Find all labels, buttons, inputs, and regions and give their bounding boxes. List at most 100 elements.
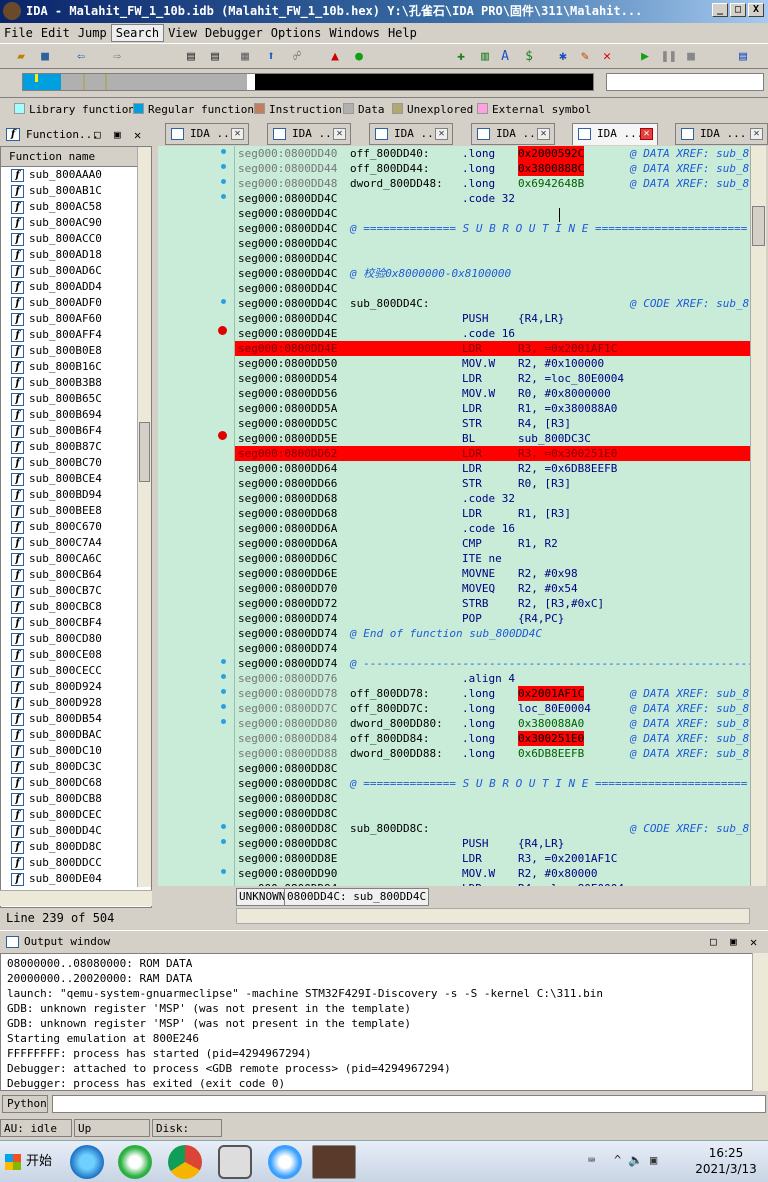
breakpoint-icon[interactable]: ▲ xyxy=(326,48,344,65)
function-list-item[interactable]: f sub_800B694 xyxy=(1,407,151,423)
b-app-icon[interactable] xyxy=(218,1145,252,1179)
code-line[interactable]: seg000:0800DD48 dword_800DD48: .long 0x6942… xyxy=(235,176,750,191)
cloud-app-icon[interactable] xyxy=(268,1145,302,1179)
function-name-header[interactable]: Function name xyxy=(1,147,151,167)
tray-expand-icon[interactable]: ^ xyxy=(614,1153,621,1167)
tab-ida-5[interactable]: IDA ... ✕ xyxy=(572,123,658,145)
function-list-item[interactable]: f sub_800BCE4 xyxy=(1,471,151,487)
function-list-item[interactable]: f sub_800B6F4 xyxy=(1,423,151,439)
output-log[interactable]: 08000000..08080000: ROM DATA 20000000..20… xyxy=(0,953,754,1091)
code-line[interactable]: seg000:0800DD50 MOV.W R2, #0x100000 xyxy=(235,356,750,371)
function-list-item[interactable]: f sub_800B3B8 xyxy=(1,375,151,391)
code-line[interactable]: seg000:0800DD68 .code 32 xyxy=(235,491,750,506)
tab-close-icon[interactable]: ✕ xyxy=(435,128,448,140)
open-icon[interactable]: ▰ xyxy=(12,48,30,65)
code-line[interactable]: seg000:0800DD4C xyxy=(235,251,750,266)
code-hscrollbar[interactable] xyxy=(236,908,750,924)
code-line[interactable]: seg000:0800DD74 xyxy=(235,641,750,656)
code-line[interactable]: seg000:0800DD56 MOV.W R0, #0x8000000 xyxy=(235,386,750,401)
tab-ida-6[interactable]: IDA ... ✕ xyxy=(675,123,768,145)
tab-close-icon[interactable]: ✕ xyxy=(640,128,653,140)
code-line[interactable]: seg000:0800DD4C PUSH {R4,LR} xyxy=(235,311,750,326)
ie-icon[interactable] xyxy=(70,1145,104,1179)
function-list-item[interactable]: f sub_800CB7C xyxy=(1,583,151,599)
disassembly-view[interactable]: seg000:0800DD40 off_800DD40: .long 0x200059… xyxy=(234,146,750,886)
close-button[interactable]: X xyxy=(748,3,764,17)
function-list-item[interactable]: f sub_800B0E8 xyxy=(1,343,151,359)
function-list-item[interactable]: f sub_800AF60 xyxy=(1,311,151,327)
tab-close-icon[interactable]: ✕ xyxy=(333,128,346,140)
function-list-item[interactable]: f sub_800AFF4 xyxy=(1,327,151,343)
code-line[interactable]: seg000:0800DD5C STR R4, [R3] xyxy=(235,416,750,431)
code-line[interactable]: seg000:0800DD40 off_800DD40: .long 0x200059… xyxy=(235,146,750,161)
code-line[interactable]: seg000:0800DD4C @ 校验0x8000000-0x8100000 xyxy=(235,266,750,281)
start-debug-icon[interactable]: ▶ xyxy=(636,48,654,65)
function-list-item[interactable]: f sub_800AC58 xyxy=(1,199,151,215)
function-list-item[interactable]: f sub_800DD8C xyxy=(1,839,151,855)
code-line[interactable]: seg000:0800DD74 POP {R4,PC} xyxy=(235,611,750,626)
tab-ida-3[interactable]: IDA ... ✕ xyxy=(369,123,453,145)
code-line[interactable]: seg000:0800DD8C sub_800DD8C: @ CODE XREF: … xyxy=(235,821,750,836)
code-line[interactable]: seg000:0800DD4C .code 32 xyxy=(235,191,750,206)
code-line[interactable]: seg000:0800DD4E .code 16 xyxy=(235,326,750,341)
code-gutter[interactable] xyxy=(158,146,234,886)
code-line[interactable]: seg000:0800DD76 .align 4 xyxy=(235,671,750,686)
code-line[interactable]: seg000:0800DD72 STRB R2, [R3,#0xC] xyxy=(235,596,750,611)
pause-icon[interactable]: ❚❚ xyxy=(660,48,678,65)
code-line[interactable]: seg000:0800DD74 @ End of function sub_800… xyxy=(235,626,750,641)
python-button[interactable]: Python xyxy=(2,1095,48,1113)
breakpoint-dot-icon[interactable] xyxy=(218,326,227,335)
maximize-button[interactable]: □ xyxy=(730,3,746,17)
nav-combo[interactable] xyxy=(606,73,764,91)
func-icon[interactable]: $ xyxy=(520,48,538,65)
code-line[interactable]: seg000:0800DD80 dword_800DD80: .long 0x3800… xyxy=(235,716,750,731)
function-list-item[interactable]: f sub_800B87C xyxy=(1,439,151,455)
code-line[interactable]: seg000:0800DD4C sub_800DD4C: @ CODE XREF: … xyxy=(235,296,750,311)
tab-close-icon[interactable]: ✕ xyxy=(231,128,244,140)
menu-file[interactable]: File xyxy=(0,23,37,43)
tab-ida-2[interactable]: IDA ... ✕ xyxy=(267,123,351,145)
code-line[interactable]: seg000:0800DD8C PUSH {R4,LR} xyxy=(235,836,750,851)
binary-icon[interactable]: ▤ xyxy=(182,48,200,65)
code-line[interactable]: seg000:0800DD5A LDR R1, =0x380088A0 xyxy=(235,401,750,416)
code-line[interactable]: seg000:0800DD6A .code 16 xyxy=(235,521,750,536)
function-list-item[interactable]: f sub_800DBAC xyxy=(1,727,151,743)
delete-icon[interactable]: ✕ xyxy=(598,48,616,65)
code-line[interactable]: seg000:0800DD84 off_800DD84: .long 0x300251… xyxy=(235,731,750,746)
segment-icon[interactable]: ✚ xyxy=(452,48,470,65)
menu-windows[interactable]: Windows xyxy=(325,23,384,43)
function-list-scrollbar[interactable] xyxy=(137,147,151,887)
function-list-item[interactable]: f sub_800C670 xyxy=(1,519,151,535)
code-line[interactable]: seg000:0800DD4C xyxy=(235,236,750,251)
code-line[interactable]: seg000:0800DD6A CMP R1, R2 xyxy=(235,536,750,551)
tab-close-icon[interactable]: ✕ xyxy=(750,128,763,140)
start-button[interactable]: 开始 xyxy=(2,1149,60,1175)
code-icon[interactable]: ▦ xyxy=(236,48,254,65)
volume-icon[interactable]: 🔈 xyxy=(628,1153,643,1167)
function-list-item[interactable]: f sub_800CECC xyxy=(1,663,151,679)
function-list-item[interactable]: f sub_800DE04 xyxy=(1,871,151,887)
function-list-item[interactable]: f sub_800DC10 xyxy=(1,743,151,759)
function-list-item[interactable]: f sub_800ACC0 xyxy=(1,231,151,247)
graph-icon[interactable]: ☍ xyxy=(288,48,306,65)
menu-options[interactable]: Options xyxy=(267,23,326,43)
menu-debugger[interactable]: Debugger xyxy=(201,23,267,43)
menu-help[interactable]: Help xyxy=(384,23,421,43)
function-list-item[interactable]: f sub_800DC3C xyxy=(1,759,151,775)
code-line[interactable]: seg000:0800DD68 LDR R1, [R3] xyxy=(235,506,750,521)
function-list-item[interactable]: f sub_800BD94 xyxy=(1,487,151,503)
function-list-item[interactable]: f sub_800AAA0 xyxy=(1,167,151,183)
back-icon[interactable]: ⇦ xyxy=(72,48,90,65)
function-list-item[interactable]: f sub_800BEE8 xyxy=(1,503,151,519)
code-line[interactable]: seg000:0800DD90 MOV.W R2, #0x80000 xyxy=(235,866,750,881)
menu-jump[interactable]: Jump xyxy=(74,23,111,43)
function-list-item[interactable]: f sub_800ADD4 xyxy=(1,279,151,295)
function-list-item[interactable]: f sub_800CBC8 xyxy=(1,599,151,615)
minimize-button[interactable]: _ xyxy=(712,3,728,17)
function-list-item[interactable]: f sub_800CD80 xyxy=(1,631,151,647)
text-icon[interactable]: A xyxy=(496,48,514,65)
function-list-item[interactable]: f sub_800DB54 xyxy=(1,711,151,727)
function-list-item[interactable]: f sub_800B65C xyxy=(1,391,151,407)
function-list-item[interactable]: f sub_800CBF4 xyxy=(1,615,151,631)
function-list-item[interactable]: f sub_800DDCC xyxy=(1,855,151,871)
